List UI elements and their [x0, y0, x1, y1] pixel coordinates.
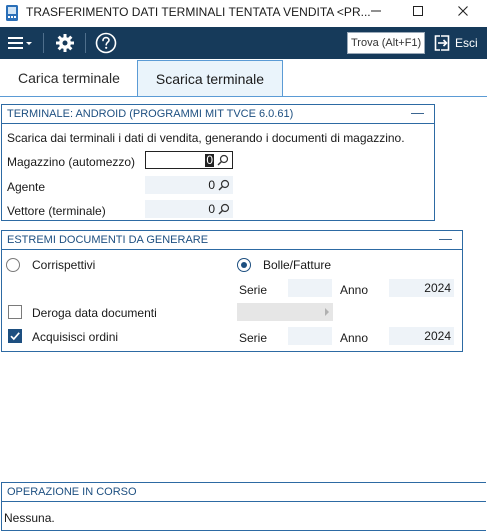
exit-icon: [434, 35, 450, 51]
window-title: TRASFERIMENTO DATI TERMINALI TENTATA VEN…: [26, 5, 371, 19]
operation-section: OPERAZIONE IN CORSO Nessuna.: [1, 482, 486, 531]
app-icon: [6, 5, 18, 21]
checkmark-icon: [10, 332, 20, 341]
toolbar: Trova (Alt+F1) Esci: [0, 27, 487, 59]
search-icon[interactable]: [217, 202, 231, 216]
bolle-fatture-label: Bolle/Fatture: [263, 258, 332, 272]
search-icon[interactable]: [216, 153, 230, 167]
toolbar-separator: [85, 33, 86, 53]
anno-field-2[interactable]: 2024: [389, 327, 454, 345]
corrispettivi-label: Corrispettivi: [32, 258, 96, 272]
serie-field-2[interactable]: [288, 327, 332, 345]
vettore-value: 0: [208, 202, 215, 216]
menu-button[interactable]: [4, 31, 36, 55]
maximize-button[interactable]: [398, 0, 438, 22]
terminal-section: TERMINALE: ANDROID (PROGRAMMI MIT TVCE 6…: [1, 104, 435, 221]
terminal-description: Scarica dai terminali i dati di vendita,…: [7, 131, 405, 145]
exit-button[interactable]: Esci: [433, 31, 483, 55]
settings-button[interactable]: [52, 31, 78, 55]
minimize-button[interactable]: [356, 0, 396, 22]
operation-status: Nessuna.: [4, 511, 55, 525]
serie-label-2: Serie: [239, 331, 268, 345]
acquisisci-label: Acquisisci ordini: [32, 330, 119, 344]
anno-field[interactable]: 2024: [389, 279, 454, 297]
close-icon: [458, 6, 468, 16]
magazzino-value: 0: [205, 153, 214, 167]
gear-icon: [56, 34, 74, 52]
acquisisci-checkbox[interactable]: [8, 329, 22, 343]
magazzino-field[interactable]: 0: [145, 151, 233, 169]
terminal-section-title: TERMINALE: ANDROID (PROGRAMMI MIT TVCE 6…: [7, 108, 294, 120]
collapse-icon[interactable]: —: [411, 106, 424, 119]
deroga-date-field: [237, 303, 333, 321]
exit-label: Esci: [455, 36, 478, 50]
deroga-label: Deroga data documenti: [32, 306, 157, 320]
toolbar-separator: [43, 33, 44, 53]
documents-section-title: ESTREMI DOCUMENTI DA GENERARE: [7, 234, 209, 246]
operation-section-title: OPERAZIONE IN CORSO: [7, 486, 137, 498]
documents-section-header: ESTREMI DOCUMENTI DA GENERARE —: [2, 231, 462, 250]
search-icon[interactable]: [217, 178, 231, 192]
bolle-fatture-radio[interactable]: [237, 258, 251, 272]
anno-label: Anno: [340, 283, 369, 297]
help-icon: [95, 32, 117, 54]
terminal-section-header: TERMINALE: ANDROID (PROGRAMMI MIT TVCE 6…: [2, 105, 434, 124]
hamburger-menu-icon: [8, 37, 32, 49]
maximize-icon: [413, 6, 423, 16]
operation-section-header: OPERAZIONE IN CORSO: [2, 483, 486, 502]
vettore-field[interactable]: 0: [145, 200, 233, 218]
tab-scarica-terminale[interactable]: Scarica terminale: [137, 60, 283, 97]
tab-underline: [0, 96, 487, 97]
help-button[interactable]: [93, 31, 119, 55]
anno-label-2: Anno: [340, 331, 369, 345]
agente-field[interactable]: 0: [145, 176, 233, 194]
agente-value: 0: [208, 178, 215, 192]
magazzino-label: Magazzino (automezzo): [7, 155, 136, 169]
minimize-icon: [371, 10, 381, 12]
deroga-checkbox[interactable]: [8, 305, 22, 319]
serie-field[interactable]: [288, 279, 332, 297]
serie-label: Serie: [239, 283, 268, 297]
vettore-label: Vettore (terminale): [7, 204, 106, 218]
agente-label: Agente: [7, 180, 46, 194]
documents-section: ESTREMI DOCUMENTI DA GENERARE — Corrispe…: [1, 230, 463, 352]
title-bar: TRASFERIMENTO DATI TERMINALI TENTATA VEN…: [0, 0, 487, 26]
tab-bar: Carica terminale Scarica terminale: [0, 59, 487, 97]
chevron-right-icon: [325, 308, 329, 316]
search-input[interactable]: Trova (Alt+F1): [347, 32, 425, 54]
tab-carica-terminale[interactable]: Carica terminale: [0, 59, 138, 97]
close-button[interactable]: [443, 0, 483, 22]
corrispettivi-radio[interactable]: [6, 258, 20, 272]
collapse-icon[interactable]: —: [439, 232, 452, 245]
